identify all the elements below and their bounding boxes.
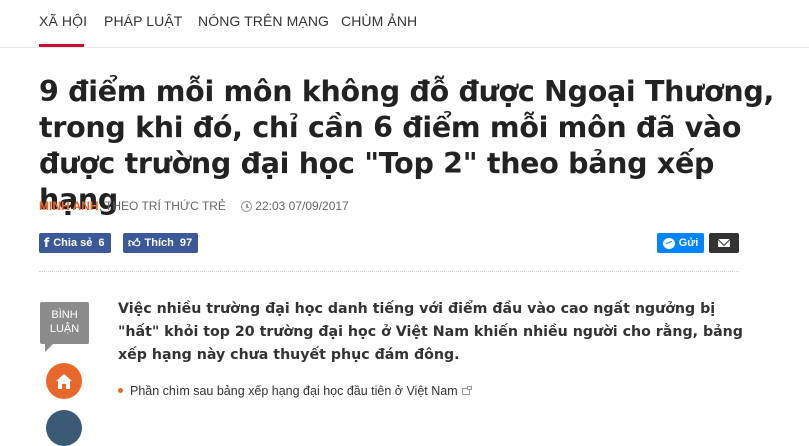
facebook-like-button[interactable]: 👍︎ Thích 97 [123,233,199,253]
facebook-share-label: Chia sẻ [53,237,93,249]
nav-item-phap-luat[interactable]: PHÁP LUẬT [104,13,182,29]
comment-button[interactable]: BÌNH LUẬN [40,302,89,352]
publish-time: 22:03 07/09/2017 [255,199,349,213]
messenger-icon [662,237,675,249]
nav-item-xa-hoi[interactable]: XÃ HỘI [39,13,87,29]
top-nav: XÃ HỘI PHÁP LUẬT NÓNG TRÊN MẠNG CHÙM ẢNH [0,0,809,48]
facebook-like-count: 97 [179,237,193,249]
next-article-button[interactable] [46,410,82,446]
facebook-share-count: 6 [98,237,105,249]
active-tab-indicator [39,44,84,47]
nav-item-chum-anh[interactable]: CHÙM ẢNH [341,13,417,29]
clock-icon [241,201,253,212]
thumbs-up-icon: 👍︎ [128,235,141,250]
external-link-icon [461,386,472,395]
related-article-link[interactable]: Phần chìm sau bảng xếp hạng đại học đầu … [118,384,472,398]
byline: MINH ANH, THEO TRÍ THỨC TRẺ 22:03 07/09/… [39,199,349,213]
article-title-line: trong khi đó, chỉ cần 6 điểm mỗi môn đã … [39,111,742,144]
facebook-icon: f [44,236,50,250]
mail-icon [718,239,730,247]
send-label: Gửi [678,237,699,249]
email-share-button[interactable] [709,233,739,253]
facebook-share-button[interactable]: f Chia sẻ 6 [39,233,111,253]
article-title-line: 9 điểm mỗi môn không đỗ được Ngoại Thươn… [39,75,775,108]
comment-label-line1: BÌNH [51,309,78,321]
article-summary: Việc nhiều trường đại học danh tiếng với… [118,301,743,363]
article-source: , THEO TRÍ THỨC TRẺ [98,199,226,213]
bullet-dot [118,388,123,393]
home-button[interactable] [46,363,82,399]
article-title: 9 điểm mỗi môn không đỗ được Ngoại Thươn… [39,74,779,218]
facebook-like-label: Thích [144,237,174,249]
nav-item-nong-tren-mang[interactable]: NÓNG TRÊN MẠNG [198,13,329,29]
comment-label-line2: LUẬN [49,323,80,335]
author-name[interactable]: MINH ANH [39,199,99,213]
related-article-text: Phần chìm sau bảng xếp hạng đại học đầu … [130,384,458,398]
home-icon [56,373,72,389]
divider [39,271,739,272]
messenger-send-button[interactable]: Gửi [657,233,704,253]
